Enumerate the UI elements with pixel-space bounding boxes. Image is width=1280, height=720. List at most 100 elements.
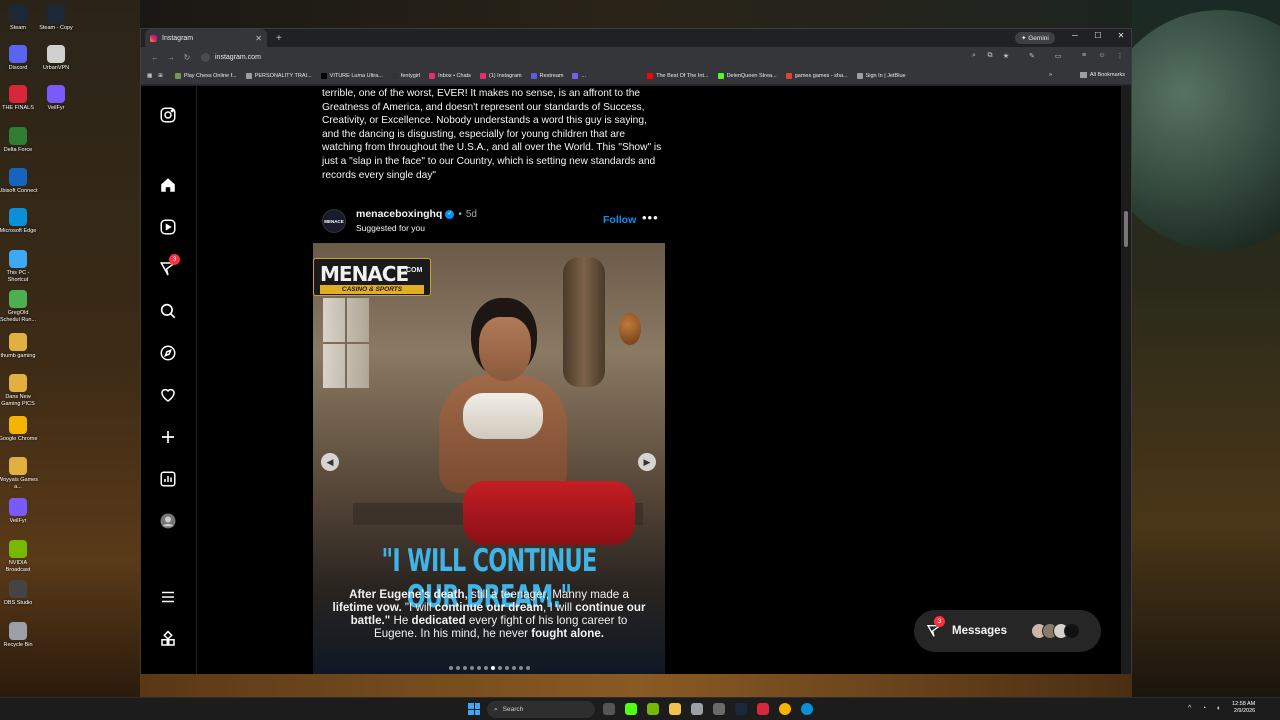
settings-gear-icon[interactable] [713,703,725,715]
scrollbar-thumb[interactable] [1124,211,1128,247]
wifi-icon[interactable]: ◔ [1202,705,1206,712]
bookmark-favicon-icon [479,72,486,79]
close-window-icon[interactable]: ✕ [1115,31,1127,40]
dashboard-icon[interactable] [159,470,177,488]
close-tab-icon[interactable]: ✕ [255,34,262,43]
desktop-icon[interactable]: Recycle Bin [0,622,38,649]
desktop-icon[interactable]: Steam [0,5,38,32]
page-scrollbar[interactable] [1121,86,1131,674]
grid-icon[interactable]: ⊞ [158,73,163,79]
store-icon[interactable] [691,703,703,715]
desktop-icon[interactable]: Ubisoft Connect [0,168,38,195]
desktop-icon[interactable]: Dans New Gaming PICS [0,374,38,408]
reload-icon[interactable]: ↻ [179,53,195,62]
desktop-icon[interactable]: NVIDIA Broadcast [0,540,38,574]
home-icon[interactable] [159,176,177,194]
taskbar-clock[interactable]: 12:58 AM 2/9/2026 [1232,701,1255,715]
tab-instagram[interactable]: Instagram ✕ [145,29,267,47]
messages-button[interactable]: 3 Messages [914,610,1101,652]
explore-icon[interactable] [159,344,177,362]
bookmark-item[interactable]: games games - sha... [785,72,848,79]
extensions-icon[interactable]: ✎ [1027,52,1037,60]
profile-icon[interactable]: ☺ [1097,52,1107,59]
gemini-button[interactable]: ✦ Gemini [1015,32,1055,44]
desktop-icon[interactable]: Google Chrome [0,416,38,443]
forward-icon[interactable]: → [163,53,179,62]
desktop-icon[interactable]: VeilFyr [36,85,76,112]
also-from-meta-icon[interactable] [159,630,177,648]
maximize-icon[interactable]: ☐ [1092,31,1104,40]
bookmark-item[interactable]: (1) Instagram [479,72,522,79]
post-avatar[interactable]: MENACE [322,209,346,233]
url-input[interactable]: instagram.com [201,50,961,64]
search-icon[interactable] [159,302,177,320]
desktop-icon[interactable]: thumb gaming [0,333,38,360]
post-username[interactable]: menaceboxinghq [356,208,442,220]
task-view-icon[interactable] [603,703,615,715]
bookmark-item[interactable]: ... [572,72,586,79]
zoom-icon[interactable]: ⌕ [969,52,979,60]
cast-icon[interactable]: ▭ [1053,52,1063,60]
bookmark-item[interactable]: The Best Of The Int... [647,72,709,79]
chrome-icon[interactable] [779,703,791,715]
more-menu-icon[interactable] [159,588,177,606]
windows-start-icon[interactable] [468,703,480,715]
desktop-icon[interactable]: Woyyais Games a... [0,457,38,491]
desktop-icon[interactable]: Delta Force [0,127,38,154]
bookmarks-overflow-icon[interactable]: » [1049,72,1052,78]
messenger-icon[interactable]: 3 [159,254,180,278]
bookmark-item[interactable]: PERSONALITY TRAI... [245,72,312,79]
carousel-prev-icon[interactable]: ◀ [321,453,339,471]
file-explorer-icon[interactable] [669,703,681,715]
bookmark-item[interactable]: fentygirl [391,72,420,79]
profile-avatar[interactable] [159,512,177,530]
steam-icon[interactable] [735,703,747,715]
post-time[interactable]: 5d [466,209,477,220]
bookmark-favicon-icon [530,72,537,79]
volume-icon[interactable]: ◖ [1216,705,1220,712]
bookmark-item[interactable]: Inbox • Chats [429,72,471,79]
bookmark-star-icon[interactable]: ★ [1001,52,1011,60]
sponsor-logo: MENACE .COM CASINO & SPORTS [313,258,431,296]
desktop-icon[interactable]: OBS Studio [0,580,38,607]
desktop-icon[interactable]: GregOld Schedul Run... [0,290,38,324]
new-tab-icon[interactable]: + [276,33,282,44]
bookmark-item[interactable]: Restream [530,72,563,79]
bookmark-item[interactable]: DelenQueen Strea... [717,72,777,79]
tray-overflow-icon[interactable]: ^ [1188,705,1191,712]
install-icon[interactable]: ⧉ [985,52,995,60]
desktop-icon[interactable]: VeilFyr [0,498,38,525]
back-icon[interactable]: ← [147,53,163,62]
bookmark-item[interactable]: Sign In | JetBlue [856,72,906,79]
story-run: fought alone. [531,627,605,640]
desktop-icon[interactable]: Discord [0,45,38,72]
nvidia-icon[interactable] [647,703,659,715]
desktop-icon[interactable]: Microsoft Edge [0,208,38,235]
site-info-icon[interactable] [201,52,210,62]
taskbar-search-input[interactable]: ⌕ Search [487,701,595,718]
post-separator: • [458,208,462,220]
app-icon[interactable] [757,703,769,715]
apps-icon[interactable]: ▦ [147,73,152,79]
bookmark-item[interactable]: VITURE Luma Ultra... [320,72,383,79]
tab-search-icon[interactable]: ≡ [1079,52,1089,59]
heart-icon[interactable] [159,386,177,404]
desktop-icon-label: GregOld Schedul Run... [0,310,37,323]
create-plus-icon[interactable] [159,428,177,446]
desktop-icon[interactable]: This PC - Shortcut [0,250,38,284]
kick-icon[interactable] [625,703,637,715]
desktop-icon[interactable]: THE FINALS [0,85,38,112]
bookmark-item[interactable]: Play Chess Online f... [174,72,237,79]
instagram-logo-icon[interactable] [159,106,177,124]
edge-icon[interactable] [801,703,813,715]
post-media[interactable]: MENACE .COM CASINO & SPORTS "I WILL CONT… [313,243,665,674]
carousel-next-icon[interactable]: ▶ [638,453,656,471]
all-bookmarks-button[interactable]: All Bookmarks [1079,72,1125,78]
minimize-icon[interactable]: ─ [1069,31,1081,40]
desktop-icon[interactable]: Steam - Copy [36,5,76,32]
reels-icon[interactable] [159,218,177,236]
follow-button[interactable]: Follow [603,214,636,226]
menu-icon[interactable]: ⋮ [1115,52,1125,60]
desktop-icon[interactable]: UrbanVPN [36,45,76,72]
post-options-icon[interactable]: ••• [642,210,659,225]
